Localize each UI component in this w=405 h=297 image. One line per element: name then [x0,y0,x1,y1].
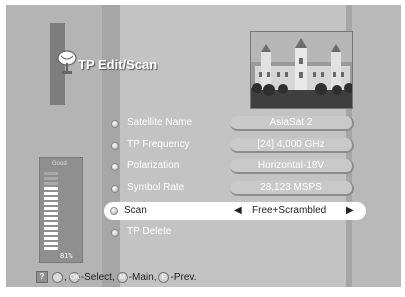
bullet-icon [111,142,119,150]
bullet-icon [111,229,119,237]
tp-frequency-value[interactable]: [24] 4,000 GHz [230,138,354,153]
field-label: TP Delete [127,226,172,237]
field-row-tp-frequency[interactable]: TP Frequency [24] 4,000 GHz [106,137,366,155]
exit-button-icon[interactable]: E [158,271,170,283]
field-row-tp-delete[interactable]: TP Delete [106,224,366,242]
prev-hint: -Prev. [170,271,197,283]
left-arrow-icon[interactable]: ◀ [234,205,242,216]
signal-quality-label: Good [52,161,67,167]
signal-bar [44,202,58,205]
symbol-rate-value[interactable]: 28,123 MSPS [230,181,354,196]
signal-percent: 81% [60,252,73,260]
signal-bar [44,207,58,210]
signal-bars [44,172,58,252]
footer-separator: , [64,271,67,283]
satellite-name-value[interactable]: AsiaSat 2 [230,116,354,131]
signal-bar [44,212,58,215]
bullet-icon [111,163,119,171]
field-label: Polarization [127,160,180,171]
signal-bar [44,237,58,240]
building-photo [251,32,352,108]
tp-edit-scan-screen: TP Edit/Scan Satellite Name AsiaSat 2 TP… [0,0,405,297]
field-row-polarization[interactable]: Polarization Horizontal-18V [106,158,366,176]
signal-bar [44,197,58,200]
right-arrow-icon[interactable]: ▶ [346,205,354,216]
field-label: Scan [124,205,147,216]
signal-bar [44,222,58,225]
select-hint: -Select, [80,271,115,283]
signal-bar [44,182,58,185]
signal-bar [44,187,58,190]
field-row-scan[interactable]: Scan ◀ Free+Scrambled ▶ [104,202,366,220]
signal-bar [44,217,58,220]
field-row-satellite-name[interactable]: Satellite Name AsiaSat 2 [106,115,366,133]
signal-bar [44,227,58,230]
field-row-symbol-rate[interactable]: Symbol Rate 28,123 MSPS [106,180,366,198]
info-icon[interactable]: i [52,271,63,283]
signal-bar [44,232,58,235]
field-label: Satellite Name [127,117,193,128]
scan-mode-value[interactable]: Free+Scrambled [252,205,326,216]
polarization-value[interactable]: Horizontal-18V [230,159,354,174]
preview-image [250,31,353,109]
key-help-bar: ? i , OK -Select, M -Main, E -Prev. [36,270,197,284]
menu-panel: TP Edit/Scan Satellite Name AsiaSat 2 TP… [6,5,401,287]
signal-meter: Good 81% [39,157,83,263]
main-hint: -Main, [128,271,157,283]
signal-bar [44,172,58,175]
signal-bar [44,242,58,245]
ok-button-icon[interactable]: OK [68,271,80,283]
menu-button-icon[interactable]: M [116,271,128,283]
bullet-icon [110,207,118,215]
signal-bar [44,247,58,250]
signal-bar [44,177,58,180]
help-icon[interactable]: ? [36,271,48,283]
signal-bar [44,192,58,195]
bullet-icon [111,120,119,128]
bullet-icon [111,185,119,193]
field-label: TP Frequency [127,139,190,150]
field-label: Symbol Rate [127,182,185,193]
satellite-dish-icon [57,50,77,74]
page-title: TP Edit/Scan [78,57,158,72]
